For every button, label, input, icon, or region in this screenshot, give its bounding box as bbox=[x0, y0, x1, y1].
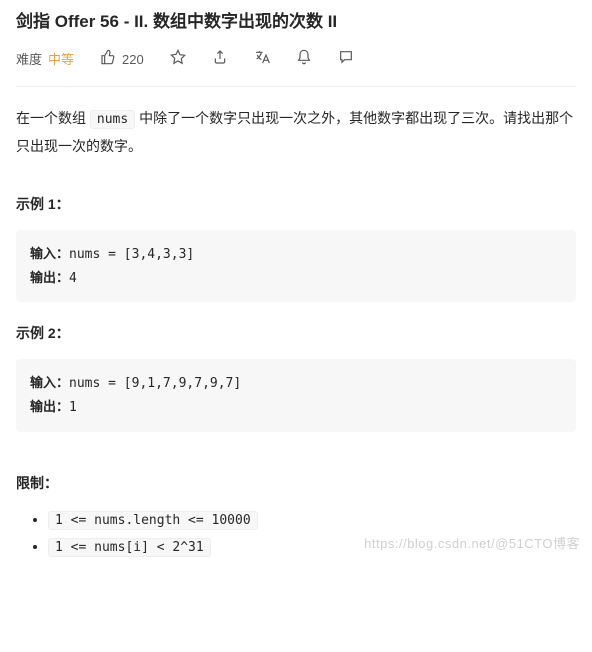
list-item: 1 <= nums.length <= 10000 bbox=[48, 508, 576, 532]
example2-input-value: nums = [9,1,7,9,7,9,7] bbox=[69, 376, 241, 391]
constraint-code: 1 <= nums[i] < 2^31 bbox=[48, 538, 211, 557]
translate-button[interactable] bbox=[254, 49, 270, 71]
constraints-heading: 限制： bbox=[16, 472, 576, 494]
like-button[interactable]: 220 bbox=[100, 49, 144, 72]
difficulty: 难度 中等 bbox=[16, 50, 74, 71]
translate-icon bbox=[254, 49, 270, 71]
example1-input-label: 输入： bbox=[30, 246, 69, 261]
desc-code: nums bbox=[90, 110, 135, 129]
difficulty-value: 中等 bbox=[48, 50, 74, 71]
example2-input-label: 输入： bbox=[30, 375, 69, 390]
desc-text-pre: 在一个数组 bbox=[16, 110, 90, 126]
star-icon bbox=[170, 49, 186, 71]
example1-output-value: 4 bbox=[69, 271, 77, 286]
example1-input-value: nums = [3,4,3,3] bbox=[69, 247, 194, 262]
bell-icon bbox=[296, 49, 312, 71]
favorite-button[interactable] bbox=[170, 49, 186, 71]
example1-output-label: 输出： bbox=[30, 270, 69, 285]
difficulty-label: 难度 bbox=[16, 50, 42, 71]
feedback-icon bbox=[338, 49, 354, 71]
thumbs-up-icon bbox=[100, 49, 116, 72]
list-item: 1 <= nums[i] < 2^31 bbox=[48, 535, 576, 559]
feedback-button[interactable] bbox=[338, 49, 354, 71]
example1-heading: 示例 1： bbox=[16, 193, 576, 215]
share-button[interactable] bbox=[212, 49, 228, 71]
example2-heading: 示例 2： bbox=[16, 322, 576, 344]
constraint-code: 1 <= nums.length <= 10000 bbox=[48, 511, 258, 530]
example2-output-label: 输出： bbox=[30, 399, 69, 414]
problem-title: 剑指 Offer 56 - II. 数组中数字出现的次数 II bbox=[16, 8, 576, 35]
example2-block: 输入：nums = [9,1,7,9,7,9,7] 输出：1 bbox=[16, 359, 576, 432]
problem-description: 在一个数组 nums 中除了一个数字只出现一次之外，其他数字都出现了三次。请找出… bbox=[16, 105, 576, 159]
meta-row: 难度 中等 220 bbox=[16, 49, 576, 87]
share-icon bbox=[212, 49, 228, 71]
like-count: 220 bbox=[122, 50, 144, 71]
constraints-list: 1 <= nums.length <= 10000 1 <= nums[i] <… bbox=[16, 508, 576, 559]
notification-button[interactable] bbox=[296, 49, 312, 71]
example2-output-value: 1 bbox=[69, 400, 77, 415]
example1-block: 输入：nums = [3,4,3,3] 输出：4 bbox=[16, 230, 576, 303]
